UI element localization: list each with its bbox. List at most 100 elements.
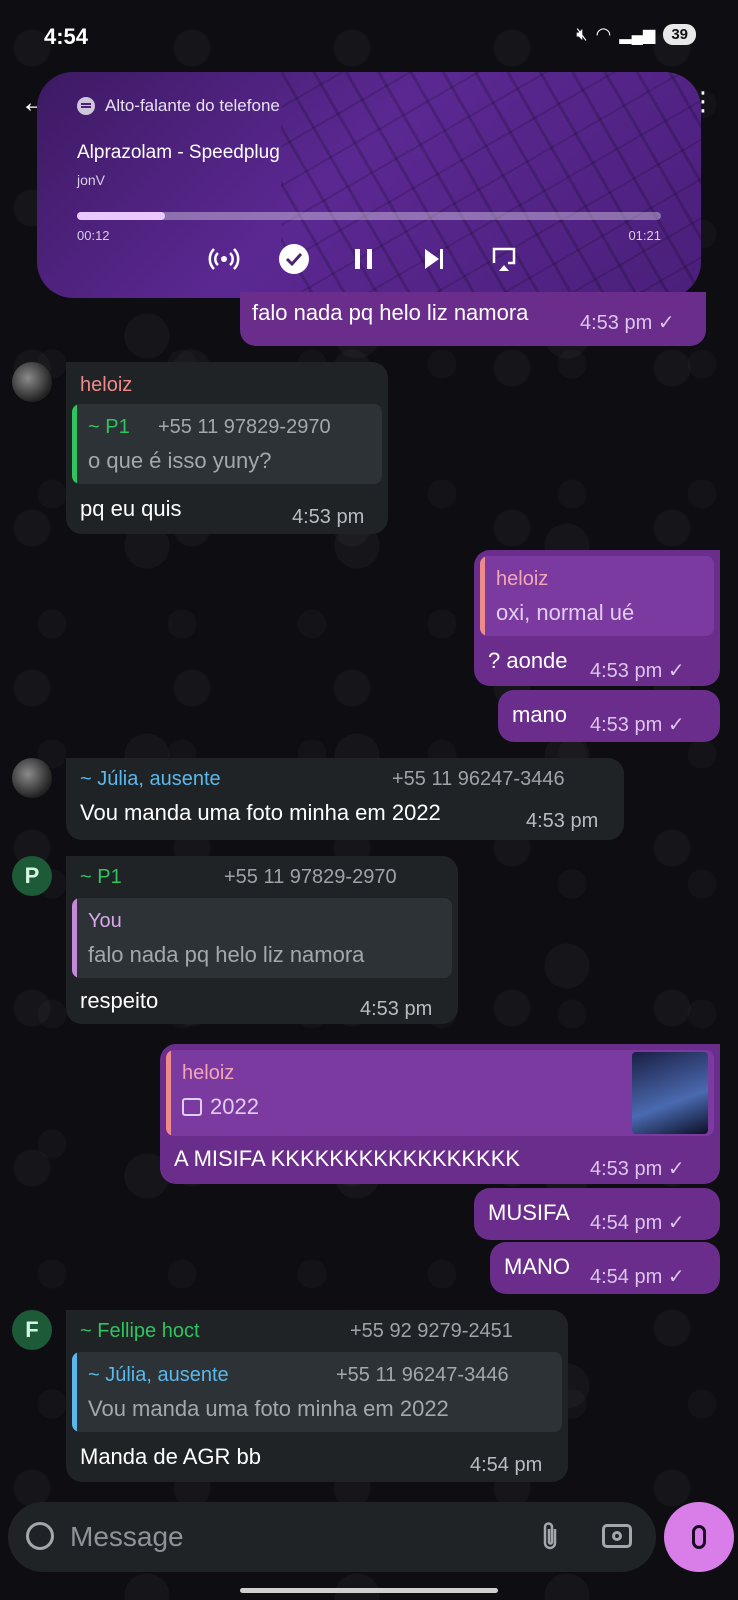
gesture-nav-handle[interactable] bbox=[240, 1588, 498, 1593]
check-icon[interactable] bbox=[277, 242, 311, 276]
status-bar: 4:54 🔇︎ ◠ ▂▄▆ 39 bbox=[0, 0, 738, 72]
quote-bar bbox=[72, 404, 77, 484]
message-bubble-incoming[interactable]: ~ P1 +55 11 97829-2970 You falo nada pq … bbox=[66, 856, 458, 1024]
media-player[interactable]: Alto-falante do telefone Alprazolam - Sp… bbox=[37, 72, 701, 298]
avatar[interactable]: F bbox=[12, 1310, 52, 1350]
message-input[interactable] bbox=[70, 1518, 510, 1556]
sender-name: ~ Fellipe hoct bbox=[80, 1320, 200, 1342]
message-time: 4:53 pm bbox=[360, 998, 433, 1020]
message-time: 4:53 pm bbox=[292, 506, 365, 528]
message-bubble-incoming[interactable]: ~ Júlia, ausente +55 11 96247-3446 Vou m… bbox=[66, 758, 624, 840]
quote-text: oxi, normal ué bbox=[496, 600, 635, 625]
sender-phone: +55 11 96247-3446 bbox=[392, 768, 565, 790]
track-title: Alprazolam - Speedplug bbox=[77, 142, 280, 163]
message-text: Vou manda uma foto minha em 2022 bbox=[80, 800, 441, 825]
message-text: respeito bbox=[80, 988, 159, 1013]
message-time-text: 4:54 pm bbox=[590, 1212, 663, 1234]
message-time: 4:53 pm ✓ bbox=[590, 714, 685, 736]
message-text: mano bbox=[512, 702, 568, 727]
quoted-message[interactable]: heloiz 2022 bbox=[166, 1050, 714, 1136]
message-time: 4:53 pm bbox=[526, 810, 599, 832]
quote-phone: +55 11 96247-3446 bbox=[336, 1364, 509, 1386]
sender-name: ~ P1 bbox=[80, 866, 122, 888]
status-icons: 🔇︎ ◠ ▂▄▆ 39 bbox=[576, 24, 696, 45]
image-icon bbox=[182, 1098, 202, 1116]
media-controls bbox=[207, 242, 521, 276]
message-time: 4:54 pm ✓ bbox=[590, 1266, 685, 1288]
mic-icon bbox=[692, 1525, 706, 1549]
quoted-message[interactable]: ~ Júlia, ausente +55 11 96247-3446 Vou m… bbox=[72, 1352, 562, 1432]
status-time: 4:54 bbox=[44, 24, 89, 49]
quote-sender: heloiz bbox=[182, 1062, 235, 1084]
signal-icon: ▂▄▆ bbox=[619, 26, 656, 44]
mute-icon: 🔇︎ bbox=[576, 24, 588, 44]
avatar[interactable]: P bbox=[12, 856, 52, 896]
track-artist: jonV bbox=[77, 172, 106, 188]
message-text: MANO bbox=[504, 1254, 570, 1279]
message-composer bbox=[8, 1502, 656, 1572]
message-time-text: 4:53 pm bbox=[590, 1158, 663, 1180]
quoted-image-thumbnail[interactable] bbox=[632, 1052, 708, 1134]
message-text: Manda de AGR bb bbox=[80, 1444, 262, 1469]
broadcast-icon[interactable] bbox=[207, 242, 241, 276]
message-bubble-outgoing[interactable]: heloiz oxi, normal ué ? aonde 4:53 pm ✓ bbox=[474, 550, 720, 686]
camera-icon[interactable] bbox=[602, 1524, 632, 1548]
quote-bar bbox=[166, 1050, 171, 1136]
elapsed-time: 00:12 bbox=[77, 228, 110, 243]
quote-sender: ~ Júlia, ausente bbox=[88, 1364, 229, 1386]
message-bubble-outgoing[interactable]: mano 4:53 pm ✓ bbox=[498, 690, 720, 742]
sender-phone: +55 92 9279-2451 bbox=[350, 1320, 513, 1342]
message-bubble-outgoing[interactable]: falo nada pq helo liz namora 4:53 pm ✓ bbox=[240, 292, 706, 346]
message-text: MUSIFA bbox=[488, 1200, 570, 1225]
message-time-text: 4:53 pm bbox=[590, 714, 663, 736]
message-time-text: 4:53 pm bbox=[590, 660, 663, 682]
quote-sender: ~ P1 bbox=[88, 416, 130, 438]
mic-button[interactable] bbox=[664, 1502, 734, 1572]
quote-text: falo nada pq helo liz namora bbox=[88, 942, 365, 967]
media-output[interactable]: Alto-falante do telefone bbox=[77, 96, 280, 116]
attach-icon[interactable] bbox=[538, 1520, 562, 1559]
message-text: falo nada pq helo liz namora bbox=[252, 300, 529, 325]
quote-text: 2022 bbox=[182, 1094, 259, 1120]
message-bubble-outgoing[interactable]: MANO 4:54 pm ✓ bbox=[490, 1242, 720, 1294]
sender-name: heloiz bbox=[80, 374, 133, 396]
quote-text-label: 2022 bbox=[210, 1094, 259, 1119]
quoted-message[interactable]: heloiz oxi, normal ué bbox=[480, 556, 714, 636]
quote-bar bbox=[72, 1352, 77, 1432]
message-time: 4:54 pm ✓ bbox=[590, 1212, 685, 1234]
battery-icon: 39 bbox=[663, 24, 696, 45]
track-duration: 01:21 bbox=[628, 228, 661, 243]
message-bubble-incoming[interactable]: ~ Fellipe hoct +55 92 9279-2451 ~ Júlia,… bbox=[66, 1310, 568, 1482]
media-output-label: Alto-falante do telefone bbox=[105, 96, 280, 115]
pause-icon[interactable] bbox=[347, 242, 381, 276]
message-time-text: 4:53 pm bbox=[580, 312, 653, 334]
quote-bar bbox=[480, 556, 485, 636]
message-bubble-outgoing[interactable]: heloiz 2022 A MISIFA KKKKKKKKKKKKKKKKK 4… bbox=[160, 1044, 720, 1184]
seek-bar-fill bbox=[77, 212, 165, 220]
sender-name: ~ Júlia, ausente bbox=[80, 768, 221, 790]
cast-icon[interactable] bbox=[487, 242, 521, 276]
wifi-icon: ◠ bbox=[595, 24, 612, 44]
skip-next-icon[interactable] bbox=[417, 242, 451, 276]
quote-text: Vou manda uma foto minha em 2022 bbox=[88, 1396, 449, 1421]
quoted-message[interactable]: You falo nada pq helo liz namora bbox=[72, 898, 452, 978]
emoji-icon[interactable] bbox=[26, 1522, 54, 1550]
message-text: pq eu quis bbox=[80, 496, 182, 521]
message-time: 4:53 pm ✓ bbox=[590, 1158, 685, 1180]
seek-bar[interactable] bbox=[77, 212, 661, 220]
spotify-icon bbox=[77, 97, 95, 115]
quote-sender: heloiz bbox=[496, 568, 549, 590]
quote-phone: +55 11 97829-2970 bbox=[158, 416, 331, 438]
quoted-message[interactable]: ~ P1 +55 11 97829-2970 o que é isso yuny… bbox=[72, 404, 382, 484]
sender-phone: +55 11 97829-2970 bbox=[224, 866, 397, 888]
message-time: 4:54 pm bbox=[470, 1454, 543, 1476]
message-bubble-outgoing[interactable]: MUSIFA 4:54 pm ✓ bbox=[474, 1188, 720, 1240]
quote-text: o que é isso yuny? bbox=[88, 448, 272, 473]
message-time: 4:53 pm ✓ bbox=[590, 660, 685, 682]
message-bubble-incoming[interactable]: heloiz ~ P1 +55 11 97829-2970 o que é is… bbox=[66, 362, 388, 534]
message-text: ? aonde bbox=[488, 648, 568, 673]
message-time: 4:53 pm ✓ bbox=[580, 312, 675, 334]
avatar[interactable] bbox=[12, 758, 52, 798]
quote-sender: You bbox=[88, 910, 122, 932]
avatar[interactable] bbox=[12, 362, 52, 402]
